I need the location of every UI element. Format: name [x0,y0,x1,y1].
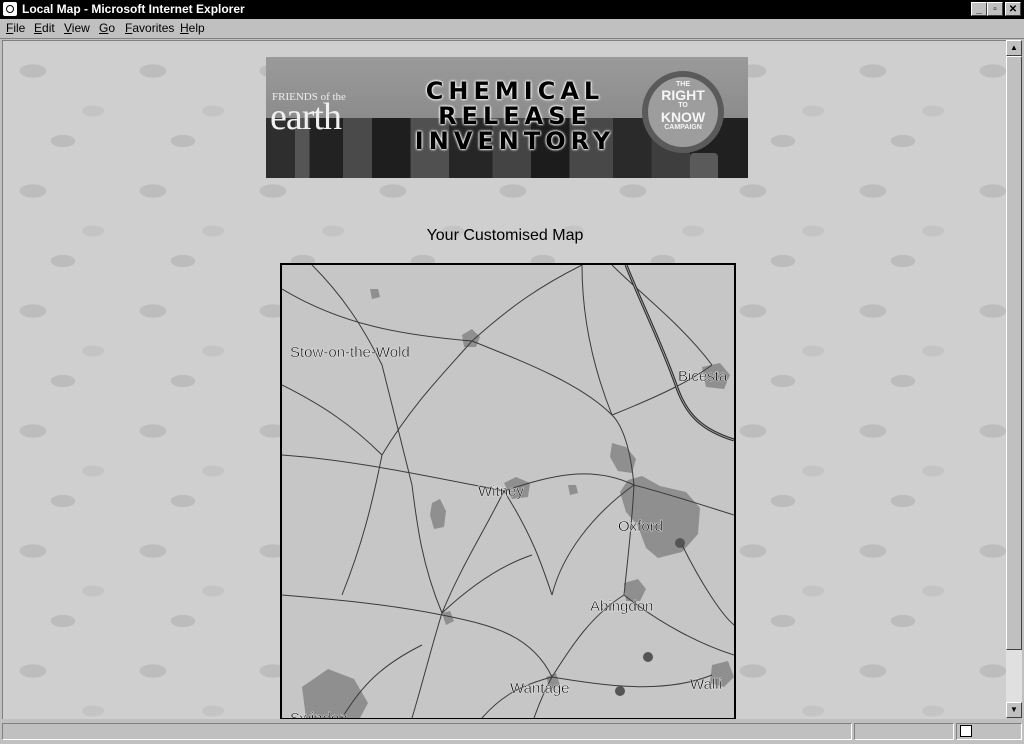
map-motorway [624,265,734,442]
site-marker [615,686,625,696]
scroll-up-arrow-icon[interactable]: ▲ [1006,40,1022,56]
menu-file[interactable]: File [6,21,25,35]
urban-stow [462,329,480,347]
maximize-button[interactable]: ▫ [987,2,1003,16]
menu-go[interactable]: Go [99,21,115,35]
town-wallingford: Walli [690,676,722,693]
town-stow-on-the-wold: Stow-on-the-Wold [290,344,410,361]
status-progress-pane [854,723,954,740]
map-motorway-inner [625,265,734,441]
map-site-markers [615,538,685,696]
urban-blob-5 [442,611,454,625]
rtk-line5: CAMPAIGN [664,124,702,131]
map-town-labels: Stow-on-the-Wold Bicesta Witney Oxford A… [290,344,728,718]
urban-blob-1 [430,499,446,529]
town-wantage: Wantage [510,680,569,697]
menu-view[interactable]: View [64,21,90,35]
site-marker [643,652,653,662]
menu-bar: File Edit View Go Favorites Help [0,19,1024,39]
urban-blob-3 [370,289,380,299]
menu-edit[interactable]: Edit [34,21,55,35]
chemical-release-inventory-banner: FRIENDS of the earth CHEMICAL RELEASE IN… [266,57,748,178]
padlock-icon [690,153,718,178]
town-witney: Witney [478,483,524,500]
banner-title: CHEMICAL RELEASE INVENTORY [394,79,636,157]
menu-favorites[interactable]: Favorites [125,21,174,35]
urban-blob-4 [568,485,578,495]
rtk-line2: RIGHT [661,87,705,103]
customised-map[interactable]: Stow-on-the-Wold Bicesta Witney Oxford A… [280,263,736,719]
ie-logo-icon [3,2,17,16]
foe-logo-line2: earth [270,96,342,138]
map-canvas: Stow-on-the-Wold Bicesta Witney Oxford A… [282,265,734,718]
page-title: Your Customised Map [426,227,584,244]
window-title: Local Map - Microsoft Internet Explorer [22,2,245,16]
menu-help[interactable]: Help [180,21,205,35]
security-zone-icon [960,725,972,737]
town-oxford: Oxford [618,518,663,535]
page-viewport[interactable]: FRIENDS of the earth CHEMICAL RELEASE IN… [2,40,1007,719]
close-button[interactable]: ✕ [1005,2,1021,16]
site-marker [675,538,685,548]
status-bar [0,720,1024,744]
rtk-line4: KNOW [660,109,706,125]
banner-title-line2: RELEASE [438,102,592,130]
town-abingdon: Abingdon [590,598,653,615]
scroll-down-arrow-icon[interactable]: ▼ [1006,702,1022,718]
banner-title-line1: CHEMICAL [425,77,605,105]
banner-title-line3: INVENTORY [414,127,616,155]
town-swindon: Swindon [290,710,348,718]
right-to-know-badge: THE RIGHT TO KNOW CAMPAIGN [642,71,724,153]
minimize-button[interactable]: _ [971,2,987,16]
scroll-thumb[interactable] [1006,56,1022,650]
town-bicester: Bicesta [678,368,728,385]
vertical-scrollbar[interactable]: ▲ ▼ [1006,40,1022,718]
window-titlebar[interactable]: Local Map - Microsoft Internet Explorer … [0,0,1024,19]
status-text-pane [2,723,852,740]
